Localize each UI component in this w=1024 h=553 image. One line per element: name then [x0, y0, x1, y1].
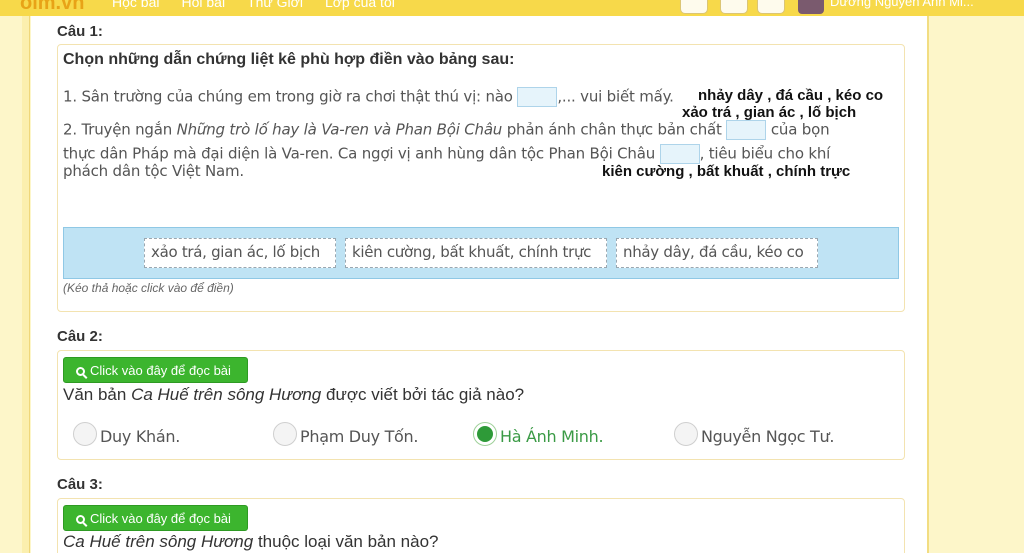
handwritten-note-3: kiên cường , bất khuất , chính trực [602, 163, 851, 180]
question-2-text: Văn bản Ca Huế trên sông Hương được viết… [63, 385, 524, 405]
option-label: Nguyễn Ngọc Tư. [701, 427, 835, 446]
line-3-text-b: , tiêu biểu cho khí [699, 144, 831, 163]
question-1-heading: Câu 1: [57, 23, 103, 40]
question-1-line-3: thực dân Pháp mà đại diện là Va-ren. Ca … [63, 144, 830, 164]
read-passage-button[interactable]: Click vào đây để đọc bài [63, 357, 248, 383]
question-1-line-1: 1. Sân trường của chúng em trong giờ ra … [63, 87, 674, 107]
line-2-text-c: của bọn [766, 120, 830, 139]
site-logo[interactable]: olm.vn [20, 0, 84, 15]
nav-item-learn[interactable]: Học bài [112, 0, 159, 10]
story-title: Những trò lố hay là Va-ren và Phan Bội C… [176, 120, 503, 139]
search-icon [76, 515, 85, 524]
read-button-label: Click vào đây để đọc bài [90, 511, 231, 526]
answer-choices-dropzone: xảo trá, gian ác, lố bịch kiên cường, bấ… [63, 227, 899, 279]
line-2-text-b: phản ánh chân thực bản chất [502, 120, 722, 139]
handwritten-note-1: nhảy dây , đá cầu , kéo co [698, 87, 884, 104]
question-1-title: Chọn những dẫn chứng liệt kê phù hợp điề… [63, 51, 515, 68]
read-passage-button-2[interactable]: Click vào đây để đọc bài [63, 505, 248, 531]
radio-button-selected[interactable] [473, 422, 497, 446]
nav-item-ask[interactable]: Hỏi bài [181, 0, 225, 10]
question-1-line-4: phách dân tộc Việt Nam. [63, 162, 244, 180]
nav-item-challenge[interactable]: Thử Giới [247, 0, 303, 10]
trophy-icon[interactable] [680, 0, 708, 14]
read-button-label: Click vào đây để đọc bài [90, 363, 231, 378]
line-1-text-a: 1. Sân trường của chúng em trong giờ ra … [63, 87, 513, 106]
question-3-text-b: thuộc loại văn bản nào? [253, 532, 439, 551]
question-2-title: Ca Huế trên sông Hương [131, 385, 322, 404]
question-2-text-b: được viết bởi tác giả nào? [321, 385, 525, 404]
radio-button[interactable] [273, 422, 297, 446]
line-2-text-a: 2. Truyện ngắn [63, 120, 177, 139]
drag-hint: (Kéo thả hoặc click vào để điền) [63, 281, 234, 295]
line-3-text-a: thực dân Pháp mà đại diện là Va-ren. Ca … [63, 144, 656, 163]
drag-chip-1[interactable]: xảo trá, gian ác, lố bịch [144, 238, 336, 268]
answer-blank-3[interactable] [659, 144, 700, 164]
option-label: Hà Ánh Minh. [500, 427, 604, 446]
question-2-heading: Câu 2: [57, 328, 103, 345]
line-1-text-b: ,... vui biết mấy. [557, 87, 674, 106]
drag-chip-2[interactable]: kiên cường, bất khuất, chính trực [345, 238, 607, 268]
question-3-text: Ca Huế trên sông Hương thuộc loại văn bả… [63, 532, 438, 552]
nav-item-my-class[interactable]: Lớp của tôi [325, 0, 395, 10]
top-nav-bar: olm.vn Học bài Hỏi bài Thử Giới Lớp của … [0, 0, 1024, 16]
option-label: Duy Khán. [100, 427, 180, 446]
question-3-title: Ca Huế trên sông Hương [63, 532, 254, 551]
drag-chip-3[interactable]: nhảy dây, đá cầu, kéo co [616, 238, 818, 268]
left-margin [22, 16, 30, 553]
answer-blank-1[interactable] [517, 87, 558, 107]
username[interactable]: Dương Nguyễn Anh Mi... [830, 0, 974, 9]
book-icon[interactable] [720, 0, 748, 14]
radio-button[interactable] [73, 422, 97, 446]
globe-icon[interactable] [757, 0, 785, 14]
question-2-text-a: Văn bản [63, 385, 132, 404]
question-3-heading: Câu 3: [57, 476, 103, 493]
radio-button[interactable] [674, 422, 698, 446]
main-nav: Học bài Hỏi bài Thử Giới Lớp của tôi [112, 0, 395, 10]
question-1-line-2: 2. Truyện ngắn Những trò lố hay là Va-re… [63, 120, 830, 140]
avatar[interactable] [798, 0, 824, 14]
answer-blank-2[interactable] [726, 120, 767, 140]
option-label: Phạm Duy Tốn. [300, 427, 419, 446]
handwritten-note-2: xảo trá , gian ác , lố bịch [682, 104, 857, 121]
search-icon [76, 367, 85, 376]
